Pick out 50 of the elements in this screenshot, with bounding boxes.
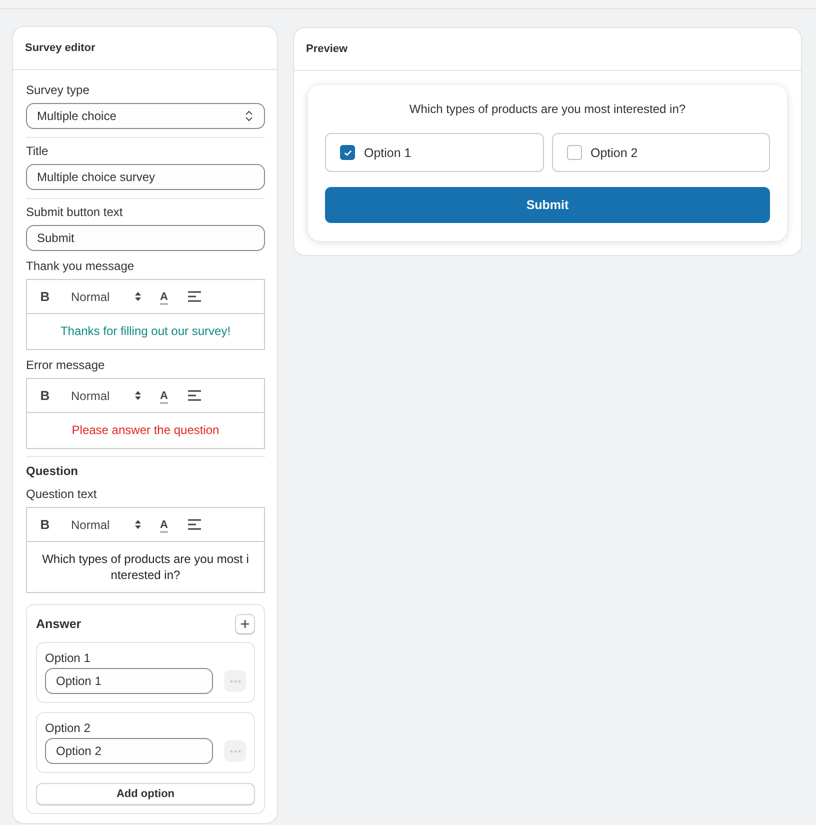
field-label: Question text xyxy=(26,487,97,501)
field-label: Thank you message xyxy=(26,259,134,273)
chevron-up-down-icon xyxy=(245,110,253,122)
sort-arrows-icon xyxy=(135,391,141,400)
add-option-button[interactable]: Add option xyxy=(36,783,255,805)
sort-arrows-icon xyxy=(135,520,141,529)
text-field[interactable]: Submit xyxy=(26,225,265,251)
bold-button[interactable]: B xyxy=(33,514,57,536)
section-heading: Question xyxy=(26,464,78,478)
option-label: Option 1 xyxy=(364,146,412,160)
option-label: Option 2 xyxy=(590,146,638,160)
bold-button[interactable]: B xyxy=(33,286,57,308)
text-color-button[interactable]: A xyxy=(152,286,176,308)
option-text-field[interactable]: Option 1 xyxy=(45,668,213,694)
editor-text-area[interactable]: Which types of products are you most interested in? xyxy=(27,542,264,592)
bold-button[interactable]: B xyxy=(33,384,57,406)
field-label: Title xyxy=(26,144,48,158)
survey-type-select[interactable]: Multiple choice xyxy=(26,103,265,129)
survey-question: Which types of products are you most interested in? xyxy=(408,102,687,116)
field-label: Error message xyxy=(26,358,105,372)
editor-text-area[interactable]: Thanks for filling out our survey! xyxy=(27,314,264,349)
answer-option[interactable]: Option 2 xyxy=(552,133,770,172)
field-label: Submit button text xyxy=(26,205,123,219)
answer-option[interactable]: Option 1 xyxy=(325,133,544,172)
submit-button[interactable]: Submit xyxy=(325,187,770,223)
format-dropdown[interactable]: Normal xyxy=(62,514,150,536)
editor-text-area[interactable]: Please answer the question xyxy=(27,413,264,448)
more-dots-icon xyxy=(230,750,240,752)
add-button[interactable] xyxy=(235,614,255,634)
panel-title: Survey editor xyxy=(25,42,96,54)
text-field[interactable]: Multiple choice survey xyxy=(26,164,265,190)
align-left-icon xyxy=(188,291,200,302)
checkbox[interactable] xyxy=(566,145,582,160)
text-color-button[interactable]: A xyxy=(152,384,176,406)
answer-heading: Answer xyxy=(36,617,82,631)
more-dots-icon xyxy=(230,680,240,682)
field-label: Survey type xyxy=(26,83,90,97)
option-label: Option 2 xyxy=(45,721,90,735)
checkmark-icon xyxy=(344,150,352,156)
format-dropdown[interactable]: Normal xyxy=(62,384,150,406)
align-left-icon xyxy=(188,519,200,530)
option-label: Option 1 xyxy=(45,651,90,665)
format-dropdown[interactable]: Normal xyxy=(62,286,150,308)
align-left-icon xyxy=(188,390,200,401)
plus-icon xyxy=(241,620,249,628)
panel-title: Preview xyxy=(306,43,348,55)
option-text-field[interactable]: Option 2 xyxy=(45,738,213,764)
sort-arrows-icon xyxy=(135,292,141,301)
text-color-button[interactable]: A xyxy=(152,514,176,536)
checkbox[interactable] xyxy=(340,145,355,160)
